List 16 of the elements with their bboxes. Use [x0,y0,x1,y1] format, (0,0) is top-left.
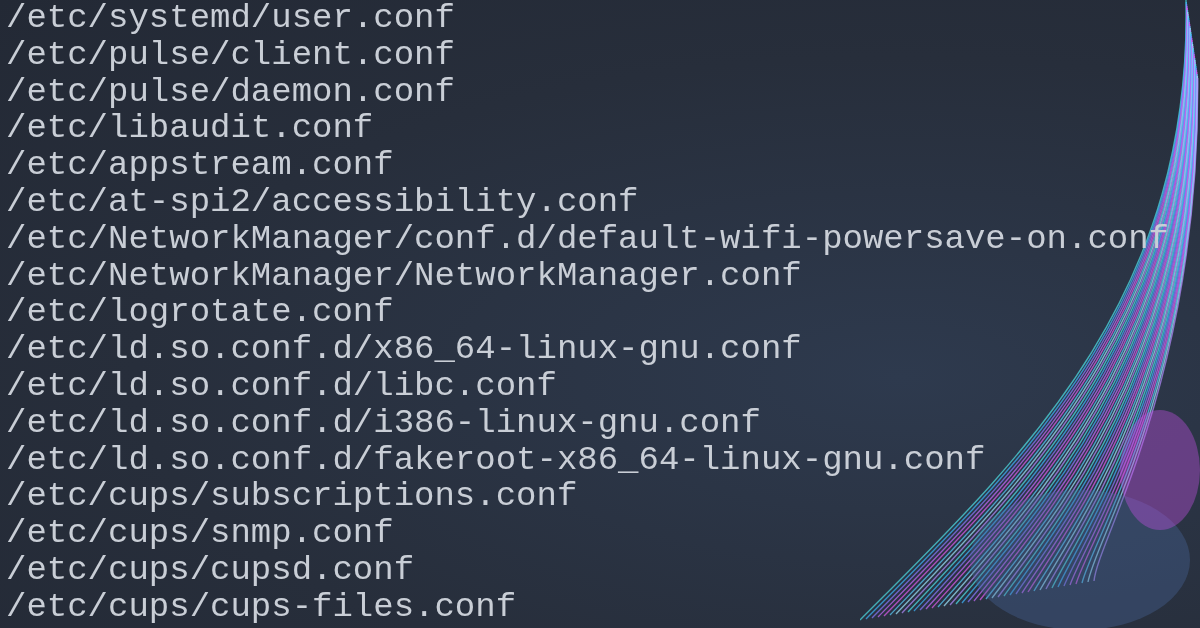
file-path: /etc/pulse/client.conf [6,36,455,74]
file-path: /etc/cups/cups-files.conf [6,588,517,626]
file-path: /etc/appstream.conf [6,147,394,184]
file-path: /etc/logrotate.conf [6,294,394,332]
file-path: /etc/ld.so.conf.d/x86_64-linux-gnu.conf [6,331,802,368]
file-path: /etc/ld.so.conf.d/fakeroot-x86_64-linux-gnu.conf [6,441,986,479]
file-path: /etc/at-spi2/accessibility.conf [6,184,639,221]
file-path: /etc/cups/snmp.conf [6,515,394,552]
file-path: /etc/pulse/daemon.conf [6,73,455,111]
file-path: /etc/cups/subscriptions.conf [6,478,578,516]
file-path: /etc/NetworkManager/NetworkManager.conf [6,257,802,295]
file-path: /etc/libaudit.conf [6,110,374,148]
file-path: /etc/systemd/user.conf [6,0,455,37]
file-path: /etc/ld.so.conf.d/i386-linux-gnu.conf [6,404,761,442]
file-path: /etc/ld.so.conf.d/libc.conf [6,367,557,405]
file-path: /etc/cups/cupsd.conf [6,551,415,589]
